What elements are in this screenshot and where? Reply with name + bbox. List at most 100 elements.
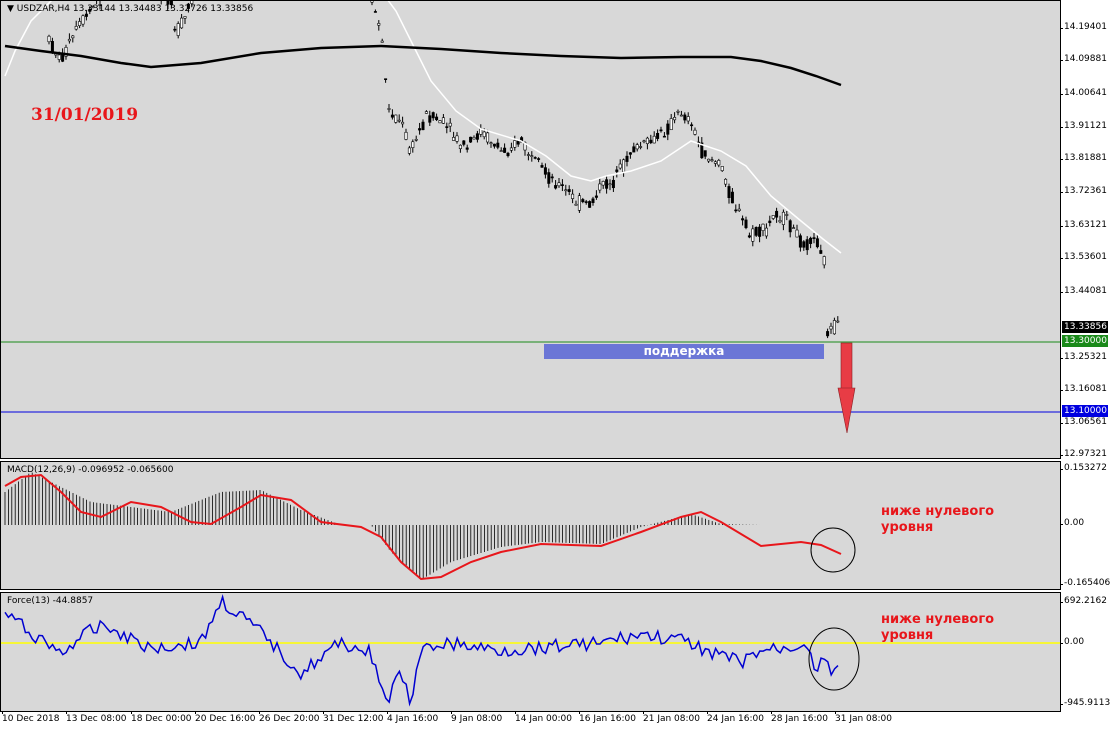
candle-body [666,123,670,135]
candle-body [438,120,442,124]
candle-body [465,147,469,150]
candle-body [608,183,612,186]
candle-body [418,128,422,131]
candle-body [176,23,180,36]
candle-body [482,131,486,138]
time-label: 24 Jan 16:00 [707,711,764,724]
candle-body [792,227,796,229]
candle-body [540,165,544,168]
time-label: 18 Dec 00:00 [131,711,192,724]
force-axis[interactable]: 692.2162 0.00 -945.9113 [1059,592,1111,712]
candle-body [428,115,432,123]
time-label: 28 Jan 16:00 [771,711,828,724]
macd-note-line1: ниже нулевого [881,504,995,519]
macd-label: MACD(12,26,9) -0.096952 -0.065600 [7,465,174,475]
macd-axis[interactable]: 0.153272 0.00 -0.165406 [1059,461,1111,590]
candle-body [812,237,816,239]
candle-body [673,117,677,121]
candle-body [424,111,428,114]
candle-body [758,226,762,237]
candle-body [645,137,649,144]
candle-body [649,139,653,144]
candle-body [489,142,493,144]
candle-body [547,172,551,184]
price-tick: 13.44081 [1060,286,1107,296]
candle-body [717,160,721,166]
support-zone-label[interactable]: поддержка [544,344,824,359]
candle-body [496,142,500,148]
candle-body [486,132,490,143]
candle-body [84,13,88,17]
candle-body [788,220,792,233]
candle-body [183,16,187,19]
price-tick: 13.06561 [1060,417,1107,427]
time-label: 13 Dec 08:00 [66,711,127,724]
target-price-badge: 13.10000 [1062,405,1108,417]
candle-body [771,215,775,219]
candle-body [458,144,462,149]
candle-body [543,167,547,175]
candle-body [377,23,381,26]
price-axis[interactable]: 14.19401 14.09881 14.00641 13.91121 13.8… [1060,0,1111,459]
candle-body [761,223,765,231]
candle-body [775,210,779,218]
current-price-badge: 13.33856 [1062,321,1108,333]
candle-body [826,331,830,337]
macd-pane[interactable]: MACD(12,26,9) -0.096952 -0.065600 ниже н… [0,461,1061,590]
force-tick: -945.9113 [1059,698,1111,708]
candle-body [469,136,473,143]
candle-body [509,147,513,151]
time-label: 31 Jan 08:00 [835,711,892,724]
force-pane[interactable]: Force(13) -44.8857 ниже нулевого уровня [0,592,1061,712]
candle-body [730,191,734,204]
candle-body [571,193,575,199]
menu-triangle-icon[interactable]: ▼ [7,4,14,14]
candle-body [455,135,459,142]
candle-body [564,189,568,192]
macd-note: ниже нулевого уровня [881,504,994,536]
candle-body [778,220,782,223]
candle-body [475,133,479,140]
price-tick: 14.19401 [1060,22,1107,32]
price-tick: 13.72361 [1060,186,1107,196]
candle-body [710,159,714,161]
candle-body [503,147,507,153]
candle-body [737,208,741,211]
candle-body [404,131,408,140]
price-tick: 14.00641 [1060,88,1107,98]
candle-body [652,135,656,144]
candle-body [594,195,598,198]
candle-body [506,152,510,157]
time-axis[interactable]: 10 Dec 2018 13 Dec 08:00 18 Dec 00:00 20… [0,711,1061,731]
candle-body [662,135,666,138]
candle-body [625,155,629,162]
candle-body [795,229,799,238]
date-annotation: 31/01/2019 [31,105,139,125]
candle-body [598,183,602,191]
candle-body [74,26,78,30]
macd-tick: 0.00 [1059,518,1085,528]
candle-body [421,121,425,131]
candle-body [707,158,711,162]
candle-body [78,21,82,26]
candle-body [720,166,724,171]
candle-body [407,147,411,154]
candle-body [499,150,503,152]
candle-body [656,132,660,139]
candle-body [822,256,826,266]
macd-histogram [4,472,761,579]
chart-window: ▼ USDZAR,H4 13.33144 13.34483 13.32726 1… [0,0,1111,731]
price-pane[interactable]: ▼ USDZAR,H4 13.33144 13.34483 13.32726 1… [0,0,1061,459]
time-label: 26 Dec 20:00 [259,711,320,724]
candle-body [815,238,819,248]
candle-body [741,218,745,221]
candle-body [560,184,564,186]
candle-body [724,178,728,185]
force-tick: 692.2162 [1060,596,1107,606]
force-label: Force(13) -44.8857 [7,596,94,606]
candle-body [452,137,456,141]
candle-body [537,158,541,160]
time-label: 16 Jan 16:00 [579,711,636,724]
candle-body [390,114,394,118]
time-label: 14 Jan 00:00 [515,711,572,724]
